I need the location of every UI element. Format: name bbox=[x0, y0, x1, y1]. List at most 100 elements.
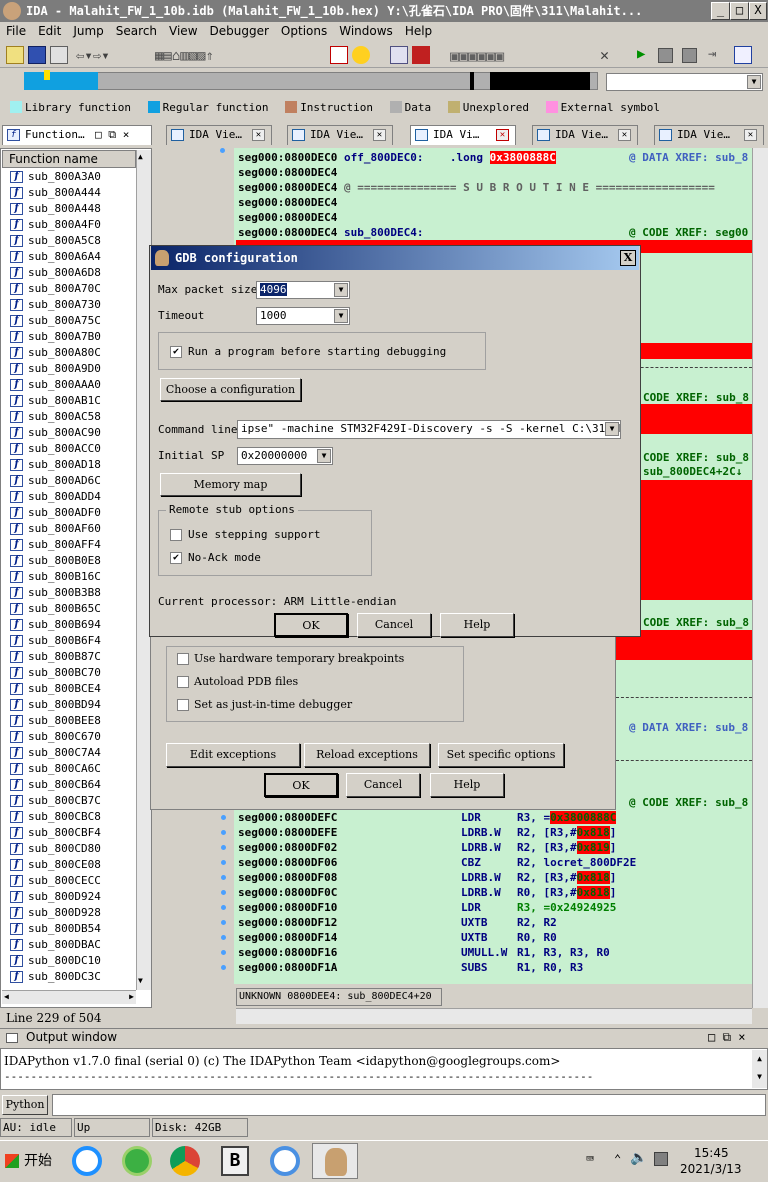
gdb-ok-button[interactable]: OK bbox=[274, 613, 348, 637]
function-list-item[interactable]: f sub_800AD18 bbox=[6, 457, 134, 473]
function-list-item[interactable]: f sub_800ADF0 bbox=[6, 505, 134, 521]
function-list-item[interactable]: f sub_800AF60 bbox=[6, 521, 134, 537]
function-list-item[interactable]: f sub_800B694 bbox=[6, 617, 134, 633]
code-line[interactable]: seg000:0800DF1A bbox=[238, 960, 337, 975]
functions-hscrollbar[interactable]: ◀ ▶ bbox=[2, 990, 136, 1004]
function-list-item[interactable]: f sub_800CE08 bbox=[6, 857, 134, 873]
initial-sp-combo[interactable]: 0x20000000 ▼ bbox=[237, 447, 333, 465]
code-line[interactable]: seg000:0800DEC4 bbox=[238, 165, 337, 180]
code-line[interactable]: seg000:0800DF08 bbox=[238, 870, 337, 885]
function-list-item[interactable]: f sub_800D924 bbox=[6, 889, 134, 905]
menu-jump[interactable]: Jump bbox=[67, 22, 109, 38]
menu-file[interactable]: File bbox=[0, 22, 32, 38]
function-list-item[interactable]: f sub_800C7A4 bbox=[6, 745, 134, 761]
script-icon[interactable] bbox=[412, 46, 430, 64]
function-list-item[interactable]: f sub_800CB64 bbox=[6, 777, 134, 793]
run-icon[interactable]: ▶ bbox=[637, 46, 645, 62]
stepping-support-checkbox[interactable] bbox=[170, 529, 182, 541]
function-list-item[interactable]: f sub_800ACC0 bbox=[6, 441, 134, 457]
function-list-item[interactable]: f sub_800AC90 bbox=[6, 425, 134, 441]
function-list-item[interactable]: f sub_800A6D8 bbox=[6, 265, 134, 281]
menu-options[interactable]: Options bbox=[275, 22, 333, 38]
function-list-item[interactable]: f sub_800B6F4 bbox=[6, 633, 134, 649]
function-list-item[interactable]: f sub_800CECC bbox=[6, 873, 134, 889]
scroll-right-icon[interactable]: ▶ bbox=[129, 991, 134, 1003]
stop-icon[interactable] bbox=[682, 48, 697, 63]
close-icon[interactable]: ✕ bbox=[744, 129, 757, 141]
function-list-item[interactable]: f sub_800CB7C bbox=[6, 793, 134, 809]
menu-search[interactable]: Search bbox=[110, 22, 163, 38]
gdb-help-button[interactable]: Help bbox=[440, 613, 514, 637]
jit-debugger-checkbox[interactable] bbox=[177, 699, 189, 711]
code-line[interactable]: seg000:0800DEC0 off_800DEC0: .long 0x380… bbox=[238, 150, 556, 165]
function-list-item[interactable]: f sub_800B16C bbox=[6, 569, 134, 585]
browser-360-icon[interactable] bbox=[122, 1146, 152, 1176]
menu-help[interactable]: Help bbox=[399, 22, 438, 38]
code-line[interactable]: seg000:0800DEC4 @ =============== S U B … bbox=[238, 180, 715, 195]
close-icon[interactable]: ✕ bbox=[618, 129, 631, 141]
function-list-item[interactable]: f sub_800B65C bbox=[6, 601, 134, 617]
function-list-item[interactable]: f sub_800ADD4 bbox=[6, 489, 134, 505]
gdb-close-button[interactable]: X bbox=[620, 250, 636, 266]
command-line-combo[interactable]: ipse" -machine STM32F429I-Discovery -s -… bbox=[237, 420, 621, 439]
menu-view[interactable]: View bbox=[163, 22, 203, 38]
autoload-pdb-checkbox[interactable] bbox=[177, 676, 189, 688]
function-list-item[interactable]: f sub_800AAA0 bbox=[6, 377, 134, 393]
light-icon[interactable] bbox=[352, 46, 370, 64]
function-list-item[interactable]: f sub_800A3A0 bbox=[6, 169, 134, 185]
max-packet-combo[interactable]: 4096 ▼ bbox=[256, 281, 350, 299]
no-ack-checkbox[interactable]: ✔ bbox=[170, 552, 182, 564]
function-list-item[interactable]: f sub_800A444 bbox=[6, 185, 134, 201]
code-line[interactable]: seg000:0800DEC4 bbox=[238, 195, 337, 210]
set-specific-options-button[interactable]: Set specific options bbox=[438, 743, 564, 767]
output-controls-icon[interactable]: □ ⧉ × bbox=[708, 1030, 745, 1045]
code-hscrollbar[interactable] bbox=[236, 1008, 752, 1024]
code-line[interactable]: seg000:0800DF0C bbox=[238, 885, 337, 900]
code-line[interactable]: seg000:0800DEC4 bbox=[238, 210, 337, 225]
debugopts-ok-button[interactable]: OK bbox=[264, 773, 338, 797]
close-icon[interactable]: ✕ bbox=[496, 129, 509, 141]
reload-exceptions-button[interactable]: Reload exceptions bbox=[304, 743, 430, 767]
function-list-item[interactable]: f sub_800DBAC bbox=[6, 937, 134, 953]
function-list-item[interactable]: f sub_800B0E8 bbox=[6, 553, 134, 569]
function-list-item[interactable]: f sub_800CA6C bbox=[6, 761, 134, 777]
tab-ida-view-5[interactable]: IDA Vie… ✕ bbox=[654, 125, 764, 145]
function-list-item[interactable]: f sub_800A448 bbox=[6, 201, 134, 217]
b-app-icon[interactable]: B bbox=[221, 1146, 249, 1176]
function-list-item[interactable]: f sub_800A4F0 bbox=[6, 217, 134, 233]
code-line[interactable]: seg000:0800DF02 bbox=[238, 840, 337, 855]
code-line[interactable]: seg000:0800DF06 bbox=[238, 855, 337, 870]
code-line[interactable]: seg000:0800DEC4 sub_800DEC4: bbox=[238, 225, 423, 240]
function-list-item[interactable]: f sub_800C670 bbox=[6, 729, 134, 745]
debugopts-help-button[interactable]: Help bbox=[430, 773, 504, 797]
pause-icon[interactable] bbox=[658, 48, 673, 63]
tab-ida-view-2[interactable]: IDA Vie… ✕ bbox=[287, 125, 393, 145]
menu-windows[interactable]: Windows bbox=[333, 22, 399, 38]
gdb-cancel-button[interactable]: Cancel bbox=[357, 613, 431, 637]
run-program-checkbox[interactable]: ✔ bbox=[170, 346, 182, 358]
keyboard-icon[interactable]: ⌨ bbox=[586, 1152, 594, 1167]
code-line[interactable]: seg000:0800DEFC bbox=[238, 810, 337, 825]
close-icon[interactable]: ✕ bbox=[252, 129, 265, 141]
function-list-item[interactable]: f sub_800AFF4 bbox=[6, 537, 134, 553]
step-icon[interactable]: ⇥ bbox=[708, 46, 716, 62]
function-list-item[interactable]: f sub_800A75C bbox=[6, 313, 134, 329]
graph-icon[interactable] bbox=[330, 46, 348, 64]
close-button[interactable]: X bbox=[749, 2, 767, 20]
function-list-item[interactable]: f sub_800AC58 bbox=[6, 409, 134, 425]
output-scrollbar[interactable]: ▲ ▼ bbox=[752, 1050, 767, 1088]
function-list-item[interactable]: f sub_800CBF4 bbox=[6, 825, 134, 841]
code-line[interactable]: seg000:0800DF12 bbox=[238, 915, 337, 930]
minimize-button[interactable]: _ bbox=[711, 2, 730, 20]
tab-functions[interactable]: f Function… □ ⧉ × bbox=[2, 125, 152, 145]
edit-exceptions-button[interactable]: Edit exceptions bbox=[166, 743, 300, 767]
scroll-left-icon[interactable]: ◀ bbox=[4, 992, 9, 1001]
ie-browser-icon[interactable] bbox=[72, 1146, 102, 1176]
code-line[interactable]: seg000:0800DF10 bbox=[238, 900, 337, 915]
scroll-down-icon[interactable]: ▼ bbox=[138, 976, 143, 985]
scroll-up-icon[interactable]: ▲ bbox=[138, 152, 143, 161]
hw-breakpoint-checkbox[interactable] bbox=[177, 653, 189, 665]
help-icon[interactable] bbox=[734, 46, 752, 64]
code-line[interactable]: seg000:0800DEFE bbox=[238, 825, 337, 840]
python-button[interactable]: Python bbox=[2, 1095, 48, 1115]
